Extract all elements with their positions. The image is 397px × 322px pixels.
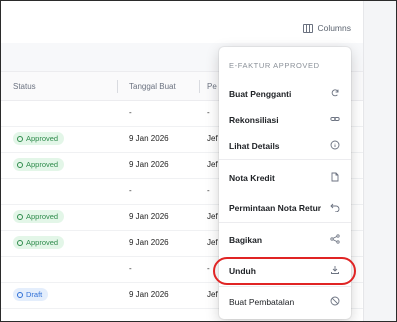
status-icon [17,239,23,246]
status-label: Approved [26,160,59,169]
menu-item-label: Lihat Details [229,141,280,151]
status-badge: Draft [13,288,49,301]
cell-tanggal-buat: 9 Jan 2026 [129,134,169,143]
cell-author: Jef [207,238,218,247]
menu-item-unduh[interactable]: Unduh [219,257,351,283]
download-icon [331,266,339,274]
menu-item-label: Unduh [229,266,256,276]
cell-tanggal-buat: - [129,108,132,117]
status-icon [17,213,23,220]
status-badge: Approved [13,210,65,223]
menu-item-label: Rekonsiliasi [229,115,279,125]
status-icon [17,135,23,142]
cell-tanggal-buat: 9 Jan 2026 [129,212,169,221]
status-label: Draft [26,290,43,299]
cell-tanggal-buat: 9 Jan 2026 [129,238,169,247]
status-badge: Approved [13,158,65,171]
menu-item-rekonsiliasi[interactable]: Rekonsiliasi [219,106,351,132]
columns-icon [303,23,314,33]
menu-item-label: Permintaan Nota Retur [229,203,322,213]
info-icon [330,140,340,150]
status-icon [17,161,23,168]
cell-author: - [207,264,210,273]
link-icon [330,117,340,121]
column-divider[interactable] [199,80,200,93]
menu-header: E-FAKTUR APPROVED [229,61,320,70]
status-icon [17,291,23,298]
menu-item-lihat-details[interactable]: Lihat Details [219,132,351,158]
header-tanggal-buat[interactable]: Tanggal Buat [129,82,176,91]
panel-header: Columns [1,1,363,44]
cell-author: Jef [207,212,218,221]
cell-tanggal-buat: - [129,186,132,195]
menu-item-label: Nota Kredit [229,173,275,183]
refresh-icon [331,89,339,97]
menu-item-nota-kredit[interactable]: Nota Kredit [219,164,351,190]
document-icon [331,172,339,182]
header-third[interactable]: Pe [207,82,217,91]
cancel-icon [330,296,340,306]
cell-author: - [207,108,210,117]
status-label: Approved [26,238,59,247]
context-menu: E-FAKTUR APPROVED Buat Pengganti Rekonsi… [219,47,351,319]
share-icon [330,234,340,244]
status-label: Approved [26,134,59,143]
cell-tanggal-buat: 9 Jan 2026 [129,160,169,169]
header-status[interactable]: Status [13,82,36,91]
status-label: Approved [26,212,59,221]
cell-author: Jef [207,290,218,299]
menu-item-buat-pengganti[interactable]: Buat Pengganti [219,80,351,106]
cell-tanggal-buat: 9 Jan 2026 [129,290,169,299]
menu-item-label: Bagikan [229,235,263,245]
status-badge: Approved [13,236,65,249]
column-divider[interactable] [117,80,118,93]
app-window: Columns Status Tanggal Buat Pe - - Approve… [0,0,397,322]
menu-separator [219,222,351,223]
cell-tanggal-buat: - [129,264,132,273]
menu-separator [219,286,351,287]
status-badge: Approved [13,132,65,145]
menu-item-buat-pembatalan[interactable]: Buat Pembatalan [219,288,351,314]
menu-item-permintaan-nota-retur[interactable]: Permintaan Nota Retur [219,194,351,220]
columns-label: Columns [317,23,351,33]
menu-item-label: Buat Pembatalan [229,297,295,307]
return-icon [330,203,340,212]
cell-author: - [207,186,210,195]
menu-separator [219,159,351,160]
menu-item-label: Buat Pengganti [229,89,292,99]
cell-author: Jef [207,160,218,169]
columns-button[interactable]: Columns [303,23,351,33]
cell-author: Jef [207,134,218,143]
menu-item-bagikan[interactable]: Bagikan [219,226,351,252]
